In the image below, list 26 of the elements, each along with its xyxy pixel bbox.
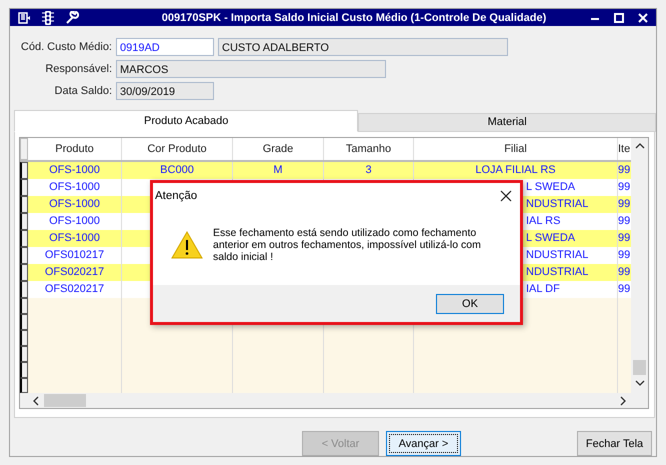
table-cell: NDUSTRIAL <box>526 266 588 278</box>
window-title: 009170SPK - Importa Saldo Inicial Custo Médio (1-Controle De Qualidade) <box>160 12 548 24</box>
description-field: CUSTO ADALBERTO <box>218 38 508 56</box>
field-label: Data Saldo: <box>54 85 112 98</box>
table-cell: NDUSTRIAL <box>526 249 588 262</box>
table-cell: 99 <box>618 198 630 210</box>
table-cell: IAL DF <box>526 283 560 296</box>
table-cell: 99 <box>618 215 630 228</box>
dialog-message: Esse fechamento está sendo utilizado como fechamento anterior em outros fechamentos, impossível utilizá-lo com saldo inicial ! <box>213 227 482 263</box>
field-label: Responsável: <box>44 63 112 76</box>
table-cell: BC000 <box>160 164 194 176</box>
table-cell: NDUSTRIAL <box>526 198 588 210</box>
table-cell: 99 <box>618 164 630 176</box>
table-cell: 99 <box>618 249 630 262</box>
table-cell: IAL RS <box>526 215 560 228</box>
field-label: Cód. Custo Médio: <box>20 41 112 54</box>
dialog-title: Atenção <box>155 190 198 202</box>
table-cell: 3 <box>365 164 372 176</box>
table-cell: 99 <box>618 283 630 296</box>
table-cell: 99 <box>618 181 630 194</box>
table-cell: M <box>273 164 283 176</box>
table-cell: 99 <box>618 232 630 244</box>
table-cell: L SWEDA <box>526 181 576 194</box>
table-cell: L SWEDA <box>526 232 576 244</box>
table-cell: 99 <box>618 266 630 278</box>
table-cell: LOJA FILIAL RS <box>475 164 556 176</box>
